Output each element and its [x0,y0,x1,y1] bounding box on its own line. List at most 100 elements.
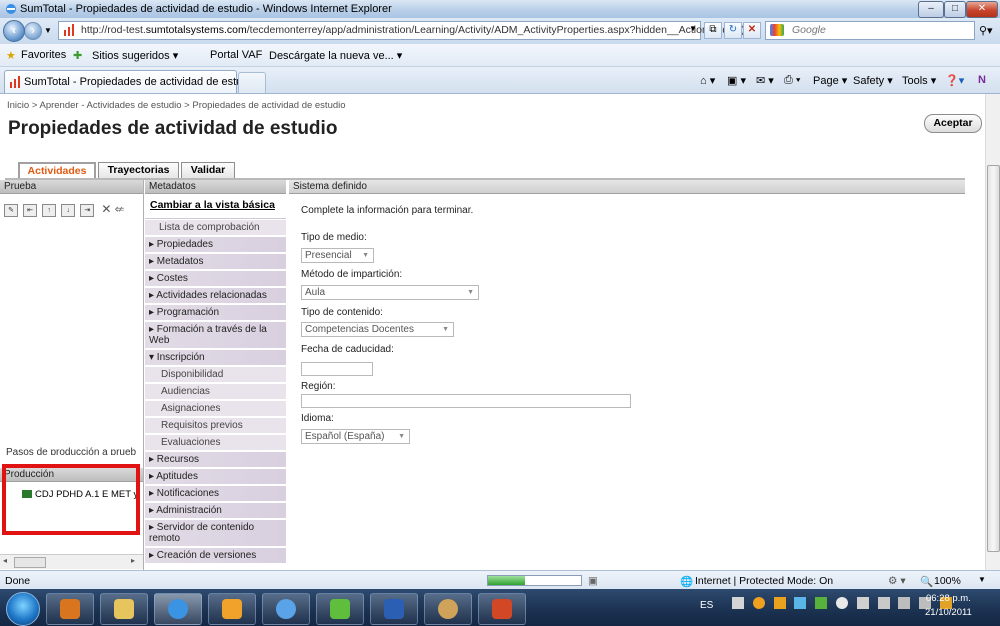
page-menu[interactable]: Page ▾ [813,74,847,87]
nav-aptitudes[interactable]: ▸ Aptitudes [145,469,286,485]
history-dropdown-icon[interactable]: ▼ [44,26,52,35]
nav-recursos[interactable]: ▸ Recursos [145,452,286,468]
outlook-tray-icon[interactable] [773,597,786,609]
remove-icon[interactable]: ⇍ [114,202,124,216]
nav-metadatos[interactable]: ▸ Metadatos [145,254,286,270]
refresh-icon[interactable]: ↻ [724,22,742,39]
start-button[interactable] [6,592,40,626]
nav-formacion-web[interactable]: ▸ Formación a través de la Web [145,322,286,349]
flag-icon[interactable] [856,597,869,609]
zoom-level[interactable]: 100% [934,575,961,587]
nav-asignaciones[interactable]: Asignaciones [145,401,286,417]
taskbar-explorer-button[interactable] [100,593,148,625]
mail-icon[interactable]: ✉ ▾ [756,74,774,87]
fecha-label: Fecha de caducidad: [301,344,394,355]
nav-administracion[interactable]: ▸ Administración [145,503,286,519]
add-favorite-icon[interactable]: ✚ [73,49,82,62]
nav-audiencias[interactable]: Audiencias [145,384,286,400]
taskbar-ie-button[interactable] [154,593,202,625]
vscroll-thumb[interactable] [987,165,1000,552]
tipo-contenido-label: Tipo de contenido: [301,307,383,318]
basic-view-link[interactable]: Cambiar a la vista básica [150,199,275,211]
address-field[interactable]: http://rod-test.sumtotalsystems.com/tecd… [58,21,744,40]
nav-requisitos[interactable]: Requisitos previos [145,418,286,434]
maximize-button[interactable]: □ [944,1,966,18]
tray-icon[interactable] [752,597,765,609]
sync-tray-icon[interactable] [815,597,828,609]
region-input[interactable] [301,394,631,408]
delete-icon[interactable]: ✕ [101,202,111,216]
taskbar-outlook-button[interactable] [208,593,256,625]
nav-checklist[interactable]: Lista de comprobación [145,220,286,236]
minimize-button[interactable]: – [918,1,944,18]
tools-menu[interactable]: Tools ▾ [902,74,936,87]
safety-menu[interactable]: Safety ▾ [853,74,893,87]
nav-notificaciones[interactable]: ▸ Notificaciones [145,486,286,502]
device-icon[interactable] [877,597,890,609]
scroll-right-icon[interactable]: ▸ [131,556,135,565]
nav-inscripcion[interactable]: ▾ Inscripción [145,350,286,366]
taskbar-powerpoint-button[interactable] [478,593,526,625]
move-up-icon[interactable]: ↑ [42,203,57,217]
fav-portal[interactable]: Portal VAF [210,49,262,61]
new-tab-button[interactable] [238,72,266,93]
taskbar-paint-button[interactable] [424,593,472,625]
favorites-button[interactable]: Favorites [21,49,66,61]
tab-trayectorias[interactable]: Trayectorias [98,162,179,178]
move-down-icon[interactable]: ↓ [61,203,76,217]
back-button[interactable]: ‹ [3,20,25,42]
tipo-medio-select[interactable]: Presencial ▼ [301,248,374,263]
nav-disponibilidad[interactable]: Disponibilidad [145,367,286,383]
zoom-icon[interactable]: 🔍 [920,575,933,588]
tab-validar[interactable]: Validar [181,162,235,178]
status-icon: ▣ [588,575,598,587]
network-icon[interactable] [898,597,911,609]
move-first-icon[interactable]: ⇤ [23,203,38,217]
help-icon[interactable]: ❓▾ [945,74,964,87]
nav-actividades-relacionadas[interactable]: ▸ Actividades relacionadas [145,288,286,304]
messenger-tray-icon[interactable] [794,597,807,609]
tab-actividades[interactable]: Actividades [18,162,96,179]
move-last-icon[interactable]: ⇥ [80,203,95,217]
clock[interactable]: 06:28 p.m. 21/10/2011 [925,592,972,620]
taskbar-media-button[interactable] [46,593,94,625]
fav-descargate[interactable]: Descárgate la nueva ve... ▾ [269,49,402,62]
browser-tab[interactable]: SumTotal - Propiedades de actividad de e… [4,70,257,93]
onenote-icon[interactable]: N [978,74,986,86]
nav-versiones[interactable]: ▸ Creación de versiones [145,548,286,564]
edit-icon[interactable]: ✎ [4,203,18,217]
feeds-icon[interactable]: ▣ ▾ [727,74,746,87]
search-icon[interactable]: ⚲▾ [979,24,993,37]
protected-mode-icon[interactable]: ⚙ ▾ [888,575,906,587]
nav-servidor-remoto[interactable]: ▸ Servidor de contenido remoto [145,520,286,547]
accept-button[interactable]: Aceptar [924,114,982,133]
print-icon[interactable]: ⎙ ▾ [784,74,800,87]
taskbar-itunes-button[interactable] [262,593,310,625]
nav-evaluaciones[interactable]: Evaluaciones [145,435,286,451]
fecha-input[interactable] [301,362,373,376]
idioma-select[interactable]: Español (España) ▼ [301,429,410,444]
search-field[interactable]: Google [765,21,975,40]
left-hscrollbar[interactable]: ◂ ▸ [0,554,143,569]
nav-costes[interactable]: ▸ Costes [145,271,286,287]
compat-view-icon[interactable]: ⧉ [704,22,722,39]
nav-propiedades[interactable]: ▸ Propiedades [145,237,286,253]
chevron-down-icon: ▼ [362,252,369,259]
nav-programacion[interactable]: ▸ Programación [145,305,286,321]
language-indicator[interactable]: ES [700,600,713,611]
onenote-tray-icon[interactable] [732,597,745,609]
hscroll-thumb[interactable] [14,557,46,568]
forward-button[interactable]: › [24,22,42,40]
taskbar-messenger-button[interactable] [316,593,364,625]
zoom-dropdown-icon[interactable]: ▼ [978,575,986,584]
stop-icon[interactable]: ✕ [743,22,761,39]
clock-tray-icon[interactable] [836,597,849,609]
address-dropdown-icon[interactable]: ▼ [689,24,697,33]
metodo-select[interactable]: Aula ▼ [301,285,479,300]
taskbar-word-button[interactable] [370,593,418,625]
fav-sitios[interactable]: Sitios sugeridos ▾ [92,49,178,62]
tipo-contenido-select[interactable]: Competencias Docentes ▼ [301,322,454,337]
scroll-left-icon[interactable]: ◂ [3,556,7,565]
home-icon[interactable]: ⌂ ▾ [700,74,715,87]
close-button[interactable]: ✕ [966,1,998,18]
